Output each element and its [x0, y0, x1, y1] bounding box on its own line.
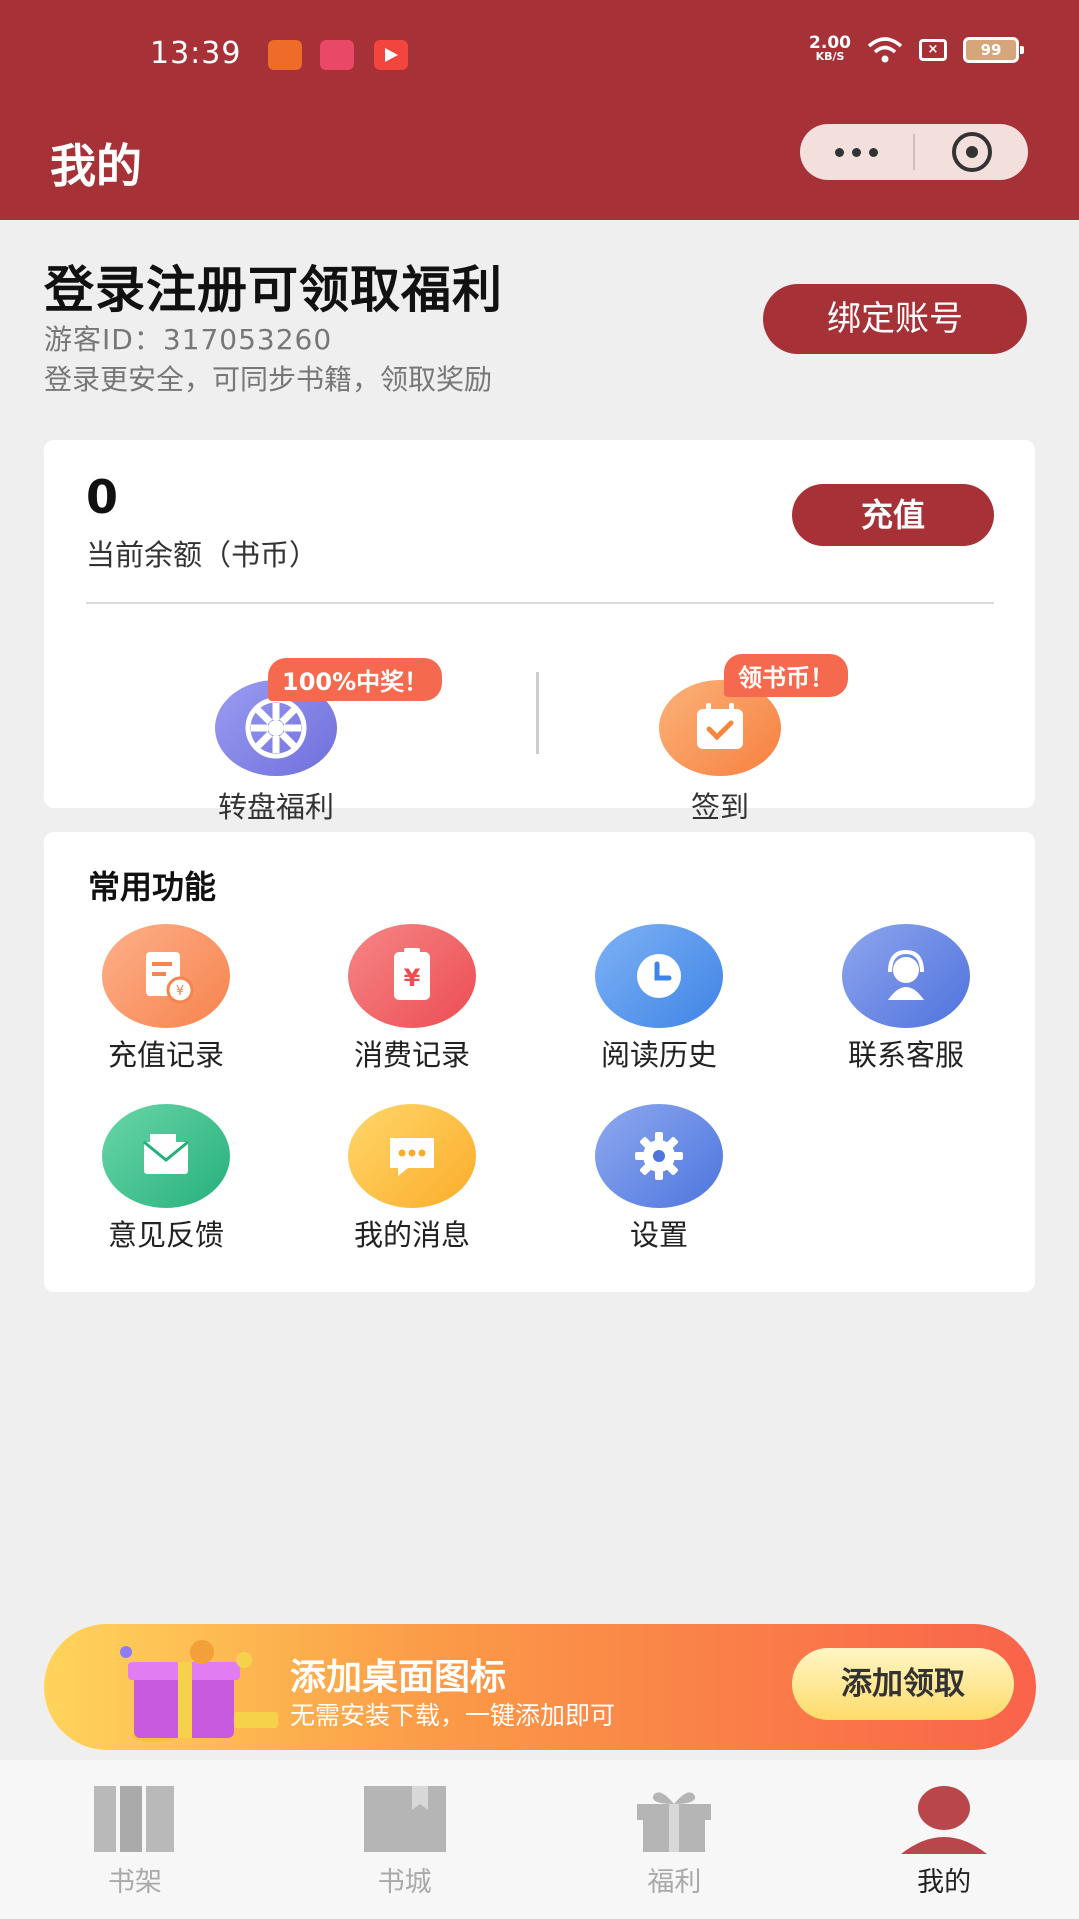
consumption-record-label: 消费记录 — [353, 1038, 470, 1072]
bind-account-button[interactable]: 绑定账号 — [763, 284, 1027, 354]
more-dots-icon — [835, 147, 878, 157]
mini-program-capsule — [800, 124, 1028, 180]
my-messages-label: 我的消息 — [353, 1218, 470, 1252]
login-description: 登录更安全，可同步书籍，领取奖励 — [44, 363, 493, 396]
bookstore-icon — [363, 1786, 446, 1852]
reading-history-button[interactable]: 阅读历史 — [559, 924, 759, 1074]
page-header: 我的 — [0, 110, 1079, 220]
more-button[interactable] — [800, 124, 913, 180]
page-title: 我的 — [50, 139, 142, 193]
customer-service-icon — [842, 924, 970, 1028]
divider — [86, 602, 994, 604]
recharge-record-icon: ¥ — [102, 924, 230, 1028]
tab-label: 书城 — [377, 1867, 432, 1898]
balance-card: 0 当前余额（书币） 充值 转盘福利 100%中奖！ 签到 领书币！ — [44, 440, 1035, 824]
banner-subtitle: 无需安装下载，一键添加即可 — [290, 1701, 616, 1730]
section-title: 常用功能 — [88, 868, 217, 906]
bookshelf-icon — [93, 1786, 174, 1852]
balance-value: 0 — [86, 470, 119, 524]
play-notification-icon — [374, 40, 408, 70]
recharge-button[interactable]: 充值 — [792, 484, 994, 546]
app-notification-icon — [268, 40, 302, 70]
consumption-record-button[interactable]: ¥ 消费记录 — [312, 924, 512, 1074]
close-button[interactable] — [915, 124, 1028, 180]
add-desktop-icon-banner[interactable]: 添加桌面图标 无需安装下载，一键添加即可 添加领取 — [44, 1624, 1036, 1750]
login-title[interactable]: 登录注册可领取福利 — [44, 250, 503, 322]
balance-label: 当前余额（书币） — [86, 538, 319, 572]
tab-bookstore[interactable]: 书城 — [270, 1760, 540, 1919]
wheel-welfare-label: 转盘福利 — [217, 790, 334, 824]
recharge-record-button[interactable]: ¥ 充值记录 — [66, 924, 266, 1074]
feedback-label: 意见反馈 — [107, 1218, 224, 1252]
sign-in-badge: 领书币！ — [724, 654, 848, 697]
tab-label: 我的 — [917, 1867, 972, 1898]
settings-label: 设置 — [629, 1218, 688, 1252]
tab-label: 书架 — [107, 1867, 162, 1898]
clock-icon — [595, 924, 723, 1028]
network-speed: 2.00 KB/S — [809, 33, 851, 64]
battery-icon: 99 — [963, 37, 1024, 63]
app-notification-icon — [320, 40, 354, 70]
vertical-divider — [536, 672, 539, 754]
gift-icon — [637, 1792, 712, 1852]
sign-in-button[interactable]: 签到 领书币！ — [600, 640, 848, 824]
tab-label: 福利 — [647, 1867, 702, 1898]
settings-button[interactable]: 设置 — [559, 1104, 759, 1254]
status-time: 13:39 — [150, 36, 242, 71]
common-functions-card: 常用功能 ¥ 充值记录 ¥ 消费记录 阅读历史 联系客服 意见反馈 我的消息 设… — [44, 832, 1035, 1292]
status-bar: 13:39 2.00 KB/S × 99 — [0, 0, 1079, 110]
recharge-record-label: 充值记录 — [107, 1038, 224, 1072]
customer-service-label: 联系客服 — [847, 1038, 964, 1072]
no-sim-icon: × — [919, 39, 947, 61]
tab-welfare[interactable]: 福利 — [540, 1760, 810, 1919]
svg-text:¥: ¥ — [176, 984, 184, 999]
wifi-icon — [867, 37, 903, 63]
wheel-welfare-button[interactable]: 转盘福利 100%中奖！ — [156, 640, 443, 824]
svg-text:¥: ¥ — [404, 964, 421, 992]
message-icon — [348, 1104, 476, 1208]
settings-gear-icon — [595, 1104, 723, 1208]
my-messages-button[interactable]: 我的消息 — [312, 1104, 512, 1254]
sign-in-label: 签到 — [690, 790, 749, 824]
gift-box-icon — [120, 1640, 278, 1742]
consumption-record-icon: ¥ — [348, 924, 476, 1028]
tab-mine[interactable]: 我的 — [809, 1760, 1079, 1919]
guest-id: 游客ID：317053260 — [44, 323, 333, 356]
profile-icon — [901, 1786, 988, 1854]
feedback-mail-icon — [102, 1104, 230, 1208]
wheel-badge: 100%中奖！ — [268, 658, 443, 701]
add-claim-button[interactable]: 添加领取 — [792, 1648, 1014, 1720]
close-circle-icon — [951, 132, 992, 172]
customer-service-button[interactable]: 联系客服 — [806, 924, 1006, 1074]
bottom-tab-bar: 书架 书城 福利 我的 — [0, 1760, 1079, 1919]
banner-title: 添加桌面图标 — [290, 1657, 507, 1698]
tab-bookshelf[interactable]: 书架 — [0, 1760, 270, 1919]
feedback-button[interactable]: 意见反馈 — [66, 1104, 266, 1254]
reading-history-label: 阅读历史 — [600, 1038, 717, 1072]
